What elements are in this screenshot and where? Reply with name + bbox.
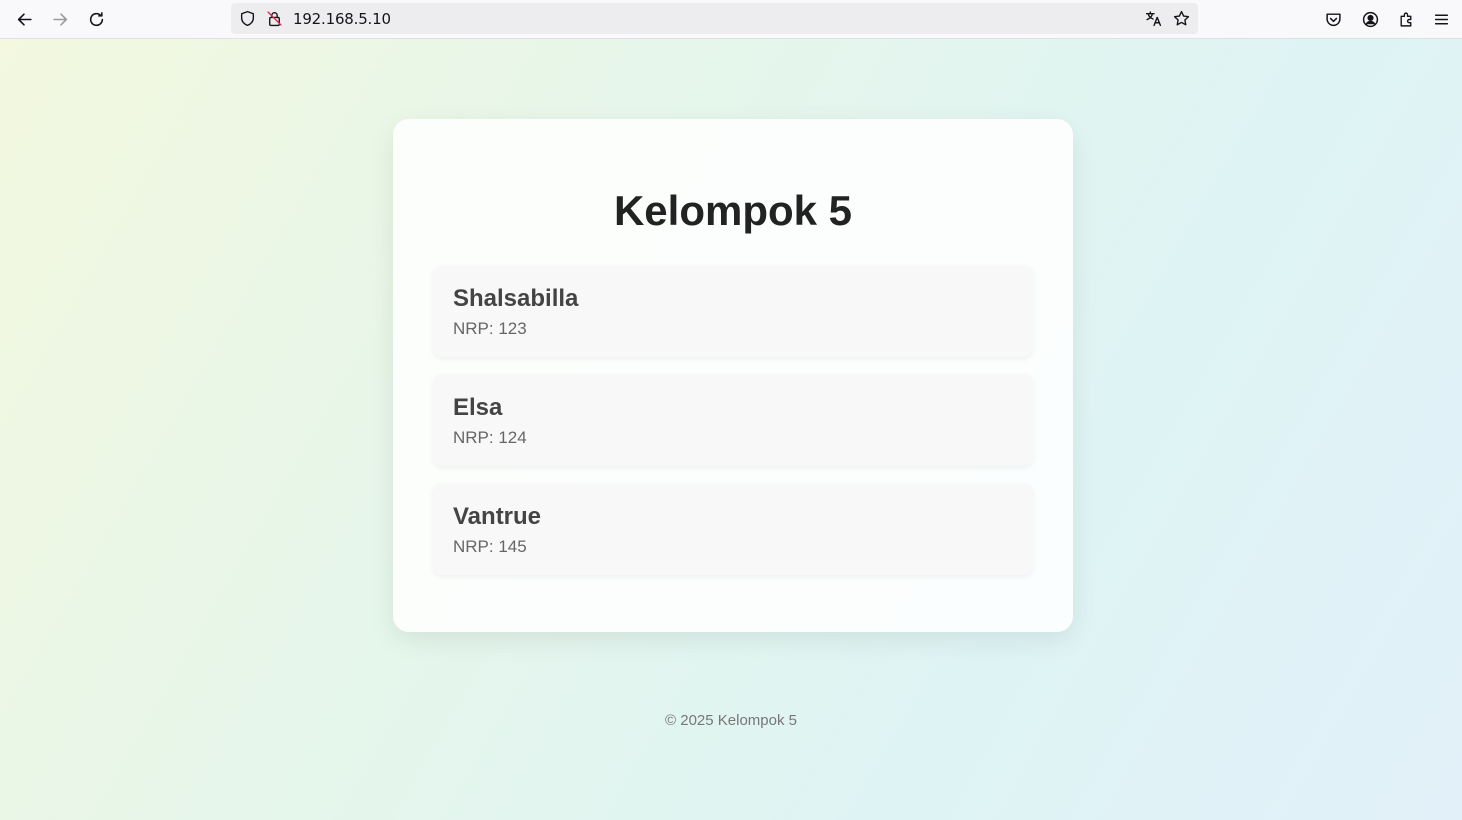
bookmark-star-icon[interactable] [1173, 10, 1190, 27]
extensions-icon [1399, 12, 1411, 27]
member-card: Shalsabilla NRP: 123 [433, 265, 1033, 357]
shield-icon[interactable] [239, 10, 256, 27]
app-menu-button[interactable] [1426, 4, 1456, 34]
member-name: Shalsabilla [453, 285, 579, 312]
forward-icon [52, 12, 67, 26]
reload-button[interactable] [81, 4, 111, 34]
member-nrp: NRP: 123 [453, 319, 527, 338]
back-icon [17, 12, 32, 26]
account-icon [1362, 11, 1378, 27]
translate-icon[interactable] [1145, 10, 1162, 27]
browser-toolbar: 192.168.5.10 [0, 0, 1462, 39]
pocket-button[interactable] [1318, 4, 1348, 34]
member-name: Vantrue [453, 503, 542, 530]
extensions-button[interactable] [1391, 4, 1421, 34]
group-card: Kelompok 5 Shalsabilla NRP: 123 Elsa NRP… [393, 119, 1073, 632]
insecure-lock-icon[interactable] [266, 10, 283, 27]
member-nrp: NRP: 124 [453, 428, 527, 447]
address-bar[interactable]: 192.168.5.10 [231, 3, 1198, 34]
reload-icon [89, 11, 103, 26]
url-text[interactable]: 192.168.5.10 [293, 10, 391, 28]
page-title: Kelompok 5 [613, 187, 853, 234]
footer-text: © 2025 Kelompok 5 [665, 712, 797, 729]
pocket-icon [1325, 12, 1341, 26]
member-card: Vantrue NRP: 145 [433, 483, 1033, 575]
menu-icon [1434, 14, 1448, 24]
forward-button[interactable] [45, 4, 75, 34]
account-button[interactable] [1355, 4, 1385, 34]
member-nrp: NRP: 145 [453, 537, 527, 556]
back-button[interactable] [9, 4, 39, 34]
page-viewport: Kelompok 5 Shalsabilla NRP: 123 Elsa NRP… [0, 39, 1462, 820]
member-card: Elsa NRP: 124 [433, 374, 1033, 466]
member-name: Elsa [453, 394, 503, 421]
